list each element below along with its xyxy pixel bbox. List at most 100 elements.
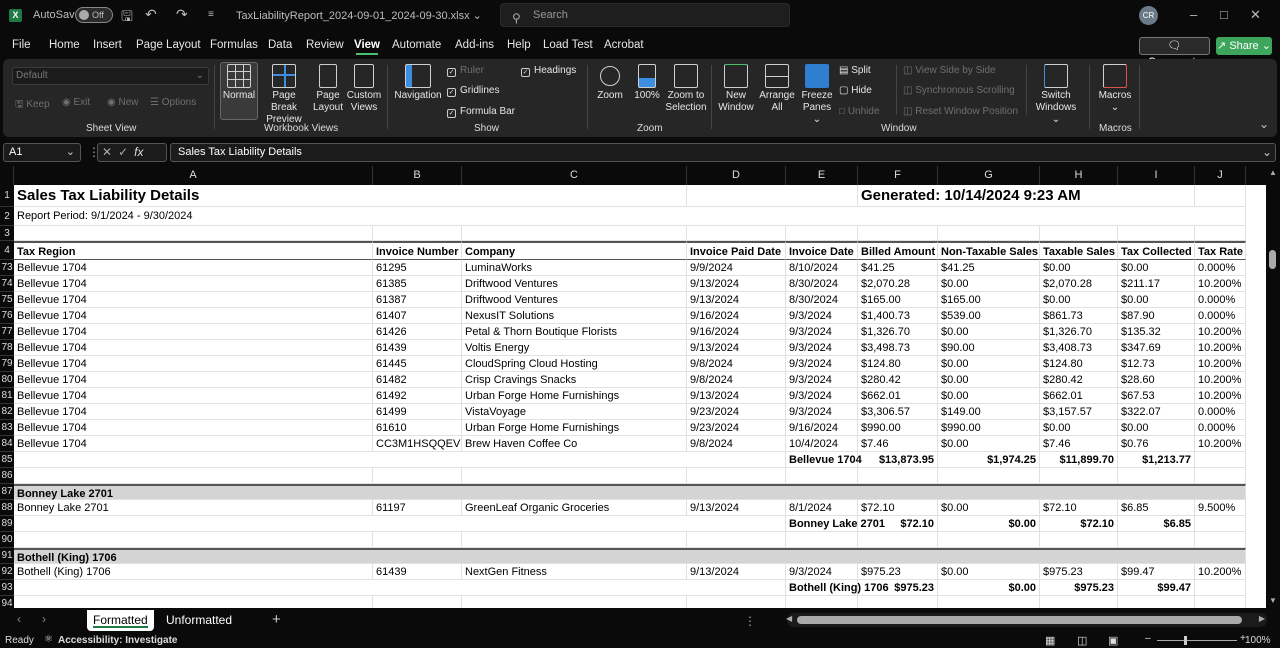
cell[interactable]: [14, 532, 373, 548]
table-cell[interactable]: $135.32: [1118, 324, 1195, 340]
table-cell[interactable]: 9/13/2024: [687, 276, 786, 292]
table-cell[interactable]: 61426: [373, 324, 462, 340]
table-cell[interactable]: $3,157.57: [1040, 404, 1118, 420]
cell[interactable]: [1195, 516, 1246, 532]
table-cell[interactable]: $0.00: [1118, 420, 1195, 436]
row-header[interactable]: 85: [0, 452, 14, 468]
redo-icon[interactable]: ↷: [176, 6, 188, 23]
table-cell[interactable]: 9/16/2024: [687, 324, 786, 340]
cell[interactable]: [1118, 532, 1195, 548]
table-cell[interactable]: 10.200%: [1195, 324, 1246, 340]
tab-automate[interactable]: Automate: [392, 39, 441, 51]
table-cell[interactable]: Bellevue 1704: [14, 276, 373, 292]
table-cell[interactable]: $165.00: [858, 292, 938, 308]
row-header[interactable]: 92: [0, 564, 14, 580]
table-cell[interactable]: 61197: [373, 500, 462, 516]
cell[interactable]: [687, 226, 786, 241]
autosave-toggle[interactable]: Off: [75, 7, 113, 23]
table-cell[interactable]: 9.500%: [1195, 500, 1246, 516]
column-heading[interactable]: Invoice Number: [373, 241, 462, 260]
cell[interactable]: [1195, 468, 1246, 484]
table-cell[interactable]: 9/16/2024: [786, 420, 858, 436]
table-cell[interactable]: 9/3/2024: [786, 404, 858, 420]
table-cell[interactable]: 10.200%: [1195, 564, 1246, 580]
new-window-button[interactable]: New Window: [717, 64, 755, 114]
table-cell[interactable]: 9/13/2024: [687, 564, 786, 580]
search-box[interactable]: ⚲ Search: [500, 3, 790, 27]
cell[interactable]: [462, 226, 687, 241]
table-cell[interactable]: 0.000%: [1195, 292, 1246, 308]
table-cell[interactable]: Crisp Cravings Snacks: [462, 372, 687, 388]
table-cell[interactable]: 0.000%: [1195, 308, 1246, 324]
table-cell[interactable]: $0.00: [1040, 260, 1118, 276]
table-cell[interactable]: $90.00: [938, 340, 1040, 356]
user-avatar[interactable]: CR: [1139, 6, 1158, 25]
cell[interactable]: [858, 226, 938, 241]
sheet-view-dropdown[interactable]: Default ⌄: [12, 67, 209, 85]
table-cell[interactable]: $1,326.70: [1040, 324, 1118, 340]
subtotal-cell[interactable]: $72.10: [858, 516, 938, 532]
tab-acrobat[interactable]: Acrobat: [604, 39, 644, 51]
table-cell[interactable]: $975.23: [858, 564, 938, 580]
accessibility-status[interactable]: Accessibility: Investigate: [58, 635, 178, 646]
table-cell[interactable]: $2,070.28: [1040, 276, 1118, 292]
subtotal-cell[interactable]: $975.23: [1040, 580, 1118, 596]
column-header-b[interactable]: B: [373, 166, 462, 185]
cell[interactable]: [938, 226, 1040, 241]
table-cell[interactable]: $539.00: [938, 308, 1040, 324]
row-header[interactable]: 1: [0, 185, 14, 207]
table-cell[interactable]: 9/3/2024: [786, 340, 858, 356]
cell[interactable]: [786, 226, 858, 241]
cell[interactable]: [14, 226, 373, 241]
column-header-j[interactable]: J: [1195, 166, 1246, 185]
subtotal-cell[interactable]: $99.47: [1118, 580, 1195, 596]
group-header[interactable]: Bothell (King) 1706: [14, 548, 1246, 564]
row-header[interactable]: 82: [0, 404, 14, 420]
table-cell[interactable]: 9/3/2024: [786, 564, 858, 580]
column-heading[interactable]: Taxable Sales: [1040, 241, 1118, 260]
cell[interactable]: [14, 580, 786, 596]
table-cell[interactable]: $12.73: [1118, 356, 1195, 372]
table-cell[interactable]: 61492: [373, 388, 462, 404]
row-header[interactable]: 89: [0, 516, 14, 532]
cell[interactable]: [1040, 226, 1118, 241]
table-cell[interactable]: 9/13/2024: [687, 500, 786, 516]
table-cell[interactable]: $41.25: [938, 260, 1040, 276]
cell[interactable]: [1118, 468, 1195, 484]
cell[interactable]: [373, 532, 462, 548]
tab-add-ins[interactable]: Add-ins: [455, 39, 494, 51]
subtotal-cell[interactable]: $1,974.25: [938, 452, 1040, 468]
comments-button[interactable]: 🗨 Comments: [1139, 37, 1210, 68]
tab-help[interactable]: Help: [507, 39, 531, 51]
cell[interactable]: [1118, 226, 1195, 241]
table-cell[interactable]: $28.60: [1118, 372, 1195, 388]
table-cell[interactable]: 9/13/2024: [687, 388, 786, 404]
row-header[interactable]: 93: [0, 580, 14, 596]
table-cell[interactable]: $0.76: [1118, 436, 1195, 452]
column-header-d[interactable]: D: [687, 166, 786, 185]
table-cell[interactable]: Bellevue 1704: [14, 436, 373, 452]
table-cell[interactable]: 61482: [373, 372, 462, 388]
table-cell[interactable]: $0.00: [938, 436, 1040, 452]
normal-view-status-icon[interactable]: ▦: [1045, 634, 1055, 647]
subtotal-cell[interactable]: $11,899.70: [1040, 452, 1118, 468]
report-title[interactable]: Sales Tax Liability Details: [14, 185, 687, 207]
freeze-panes-button[interactable]: Freeze Panes ⌄: [798, 64, 836, 126]
table-cell[interactable]: Voltis Energy: [462, 340, 687, 356]
table-cell[interactable]: Petal & Thorn Boutique Florists: [462, 324, 687, 340]
subtotal-cell[interactable]: $975.23: [858, 580, 938, 596]
subtotal-cell[interactable]: $6.85: [1118, 516, 1195, 532]
row-header[interactable]: 78: [0, 340, 14, 356]
table-cell[interactable]: Bellevue 1704: [14, 340, 373, 356]
horizontal-scrollbar[interactable]: ◀ ▶: [786, 613, 1267, 627]
table-cell[interactable]: Bellevue 1704: [14, 260, 373, 276]
table-cell[interactable]: $7.46: [858, 436, 938, 452]
page-layout-status-icon[interactable]: ◫: [1077, 634, 1087, 647]
maximize-icon[interactable]: □: [1220, 7, 1228, 22]
next-sheet-icon[interactable]: ›: [42, 612, 46, 626]
cell[interactable]: [14, 596, 373, 608]
table-cell[interactable]: $67.53: [1118, 388, 1195, 404]
table-cell[interactable]: $211.17: [1118, 276, 1195, 292]
table-cell[interactable]: $322.07: [1118, 404, 1195, 420]
table-cell[interactable]: $0.00: [938, 372, 1040, 388]
